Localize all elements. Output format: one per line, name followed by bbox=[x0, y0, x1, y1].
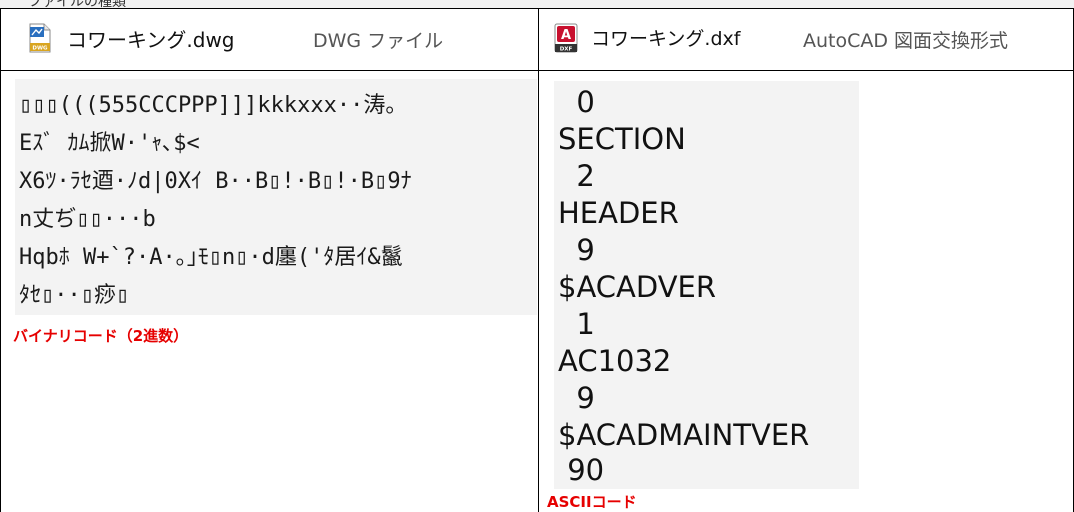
header-divider bbox=[1, 70, 1073, 71]
ascii-line: 9 bbox=[558, 233, 595, 267]
dwg-header: DWG コワーキング.dwg DWG ファイル bbox=[1, 9, 538, 70]
binary-code-box: ▯▯▯(((555CCCPPP]]]kkkxxx··涛。 Eｽﾞ ｶﾑ掀W·'ｬ… bbox=[15, 79, 537, 315]
ascii-line: 2 bbox=[558, 159, 595, 193]
ascii-line: AC1032 bbox=[558, 344, 672, 378]
ascii-line: $ACADVER bbox=[558, 270, 716, 304]
binary-line: ﾀｾ▯··▯痧▯ bbox=[19, 283, 130, 308]
dwg-file-icon: DWG bbox=[29, 23, 51, 53]
dwg-filetype: DWG ファイル bbox=[313, 30, 444, 52]
comparison-figure: ファイルの種類 DWG コワーキング.dwg DWG ファイル A DXF コワ… bbox=[0, 0, 1074, 512]
ascii-line: 1 bbox=[558, 307, 595, 341]
binary-line: ▯▯▯(((555CCCPPP]]]kkkxxx··涛。 bbox=[19, 93, 408, 118]
binary-line: Eｽﾞ ｶﾑ掀W·'ｬ､$< bbox=[19, 131, 200, 156]
ascii-line: SECTION bbox=[558, 122, 686, 156]
ascii-line: 0 bbox=[558, 85, 595, 119]
ascii-line: 90 bbox=[558, 453, 605, 487]
dxf-header: A DXF コワーキング.dxf AutoCAD 図面交換形式 bbox=[539, 9, 1073, 70]
dxf-filetype: AutoCAD 図面交換形式 bbox=[803, 30, 1009, 52]
top-strip-text: ファイルの種類 bbox=[28, 0, 126, 8]
ascii-code-label: ASCIIコード bbox=[547, 493, 637, 511]
comparison-table: DWG コワーキング.dwg DWG ファイル A DXF コワーキング.dxf… bbox=[0, 8, 1074, 512]
svg-text:A: A bbox=[561, 28, 571, 43]
ascii-code-box: 0 SECTION 2 HEADER 9 $ACADVER 1 AC1032 9… bbox=[554, 81, 859, 489]
ascii-line: $ACADMAINTVER bbox=[558, 418, 810, 452]
binary-code-label: バイナリコード（2進数） bbox=[13, 327, 189, 345]
binary-line: n丈ぢ▯▯···b bbox=[19, 207, 156, 232]
binary-line: Hqbﾎ W+`?·A·｡｣ﾓ▯n▯·d廛('ﾀ居ｲ&鬣 bbox=[19, 245, 403, 270]
svg-text:DXF: DXF bbox=[560, 47, 573, 53]
top-strip: ファイルの種類 bbox=[0, 0, 1074, 8]
column-divider bbox=[538, 9, 539, 512]
ascii-line: HEADER bbox=[558, 196, 679, 230]
ascii-line: 9 bbox=[558, 381, 595, 415]
binary-line: X6ﾂ·ﾗｾ逎·ﾉd|0Xｲ B··B▯!·B▯!·B▯9ﾅ bbox=[19, 169, 412, 194]
dwg-filename[interactable]: コワーキング.dwg bbox=[67, 24, 235, 53]
dxf-filename[interactable]: コワーキング.dxf bbox=[591, 24, 740, 51]
svg-text:DWG: DWG bbox=[32, 46, 48, 52]
dxf-file-icon: A DXF bbox=[554, 23, 578, 53]
